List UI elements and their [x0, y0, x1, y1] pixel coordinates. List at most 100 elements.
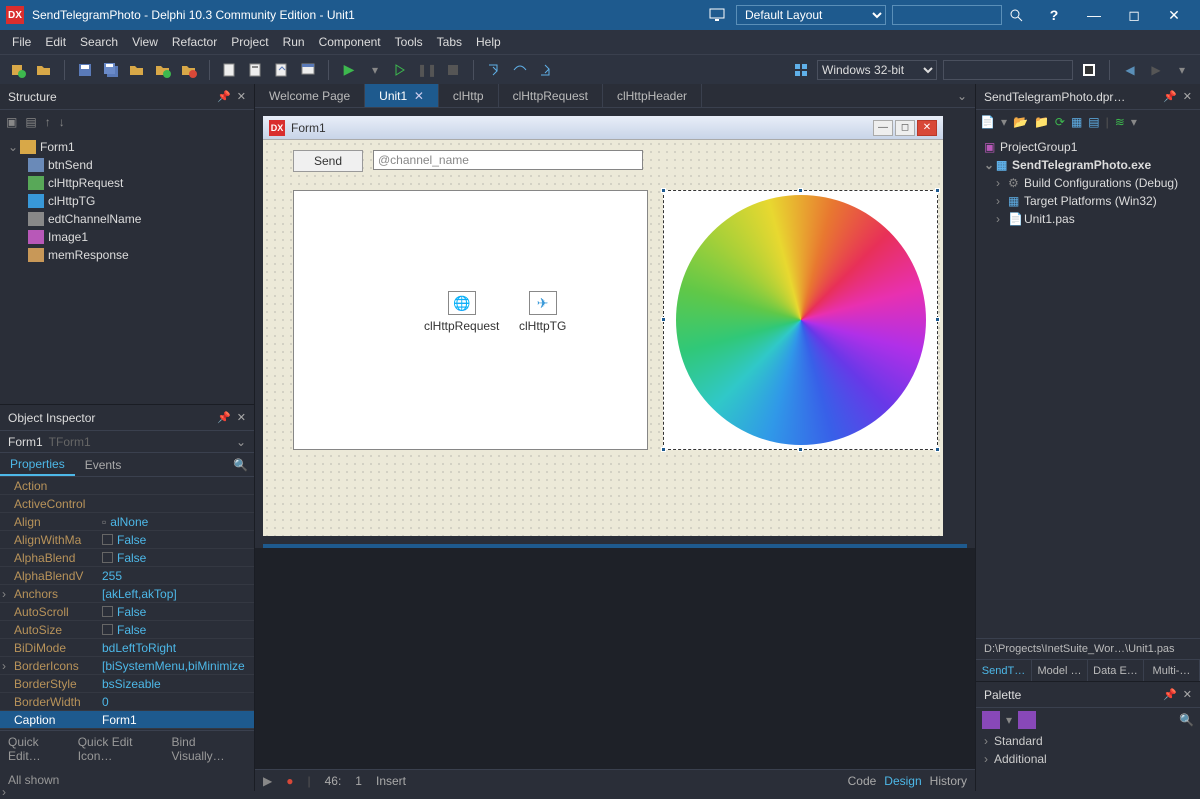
prop-align[interactable]: Align▫alNone: [0, 513, 254, 531]
maximize-button[interactable]: ◻: [1114, 1, 1154, 29]
view-code[interactable]: Code: [848, 774, 877, 788]
close-icon[interactable]: ✕: [237, 411, 246, 424]
view-history[interactable]: History: [930, 774, 967, 788]
struct-tool-2[interactable]: ▤: [25, 115, 36, 129]
step-out-icon[interactable]: [536, 60, 556, 80]
structure-tree[interactable]: ⌄Form1 btnSend clHttpRequest clHttpTG ed…: [0, 134, 254, 404]
palette-list[interactable]: Standard Additional: [976, 732, 1200, 791]
add-file-icon[interactable]: [153, 60, 173, 80]
edtchannelname-component[interactable]: @channel_name: [373, 150, 643, 170]
minimize-button[interactable]: —: [1074, 1, 1114, 29]
struct-tool-1[interactable]: ▣: [6, 115, 17, 129]
tree-image1[interactable]: Image1: [0, 228, 254, 246]
search-icon[interactable]: 🔍: [233, 458, 248, 472]
view-design[interactable]: Design: [884, 774, 921, 788]
prop-alphablendvalue[interactable]: AlphaBlendV255: [0, 567, 254, 585]
tab-clhttpheader[interactable]: clHttpHeader: [603, 84, 702, 107]
close-button[interactable]: ✕: [1154, 1, 1194, 29]
pause-icon[interactable]: ❚❚: [417, 60, 437, 80]
palette-btn1[interactable]: [982, 711, 1000, 729]
form-designer[interactable]: DX Form1 — ◻ ✕ Send @channel_name 🌐clHtt…: [255, 108, 975, 769]
btnsend-component[interactable]: Send: [293, 150, 363, 172]
toolbar-search-input[interactable]: [943, 60, 1073, 80]
proj-sync-icon[interactable]: ⟳: [1055, 115, 1065, 129]
memresponse-component[interactable]: 🌐clHttpRequest ✈clHttpTG: [293, 190, 648, 450]
stop-icon[interactable]: [443, 60, 463, 80]
nav-back-icon[interactable]: ◀: [1120, 60, 1140, 80]
ptree-projectgroup[interactable]: ▣ProjectGroup1: [976, 138, 1200, 156]
struct-down-icon[interactable]: ↓: [59, 115, 65, 129]
pin-icon[interactable]: 📌: [1163, 90, 1177, 103]
search-icon[interactable]: [1008, 7, 1024, 23]
menu-search[interactable]: Search: [80, 35, 118, 49]
save-all-icon[interactable]: [101, 60, 121, 80]
tree-edtchannel[interactable]: edtChannelName: [0, 210, 254, 228]
proj-open-icon[interactable]: 📂: [1013, 115, 1028, 129]
tab-events[interactable]: Events: [75, 453, 132, 476]
remove-file-icon[interactable]: [179, 60, 199, 80]
menu-refactor[interactable]: Refactor: [172, 35, 217, 49]
desktop-icon[interactable]: [708, 7, 728, 23]
new-form-icon[interactable]: [220, 60, 240, 80]
prop-alphablend[interactable]: AlphaBlendFalse: [0, 549, 254, 567]
bind-visually-link[interactable]: Bind Visually…: [172, 735, 246, 763]
toolbar-icon-right[interactable]: [1079, 60, 1099, 80]
ptab-model[interactable]: Model …: [1032, 660, 1088, 681]
prop-autosize[interactable]: AutoSizeFalse: [0, 621, 254, 639]
ptab-multi[interactable]: Multi-…: [1144, 660, 1200, 681]
open-file-icon[interactable]: [127, 60, 147, 80]
layout-select[interactable]: Default Layout: [736, 5, 886, 25]
new-items-icon[interactable]: [8, 60, 28, 80]
ptree-target-platforms[interactable]: ›▦Target Platforms (Win32): [976, 192, 1200, 210]
tree-btnsend[interactable]: btnSend: [0, 156, 254, 174]
clhttprequest-component[interactable]: 🌐clHttpRequest: [424, 291, 499, 333]
step-over-icon[interactable]: [510, 60, 530, 80]
close-tab-icon[interactable]: ✕: [414, 89, 424, 103]
menu-project[interactable]: Project: [231, 35, 268, 49]
tab-welcome[interactable]: Welcome Page: [255, 84, 365, 107]
pin-icon[interactable]: 📌: [217, 90, 231, 103]
help-button[interactable]: ?: [1034, 1, 1074, 29]
ptab-data[interactable]: Data E…: [1088, 660, 1144, 681]
prop-alignwithmargins[interactable]: AlignWithMaFalse: [0, 531, 254, 549]
prop-anchors[interactable]: Anchors[akLeft,akTop]: [0, 585, 254, 603]
tab-properties[interactable]: Properties: [0, 453, 75, 476]
clhttptg-component[interactable]: ✈clHttpTG: [519, 291, 566, 333]
tree-memresponse[interactable]: memResponse: [0, 246, 254, 264]
status-play-icon[interactable]: ▶: [263, 774, 272, 788]
run-button[interactable]: ▶: [339, 60, 359, 80]
inspector-instance-select[interactable]: Form1TForm1⌄: [0, 431, 254, 453]
menu-help[interactable]: Help: [476, 35, 501, 49]
palette-additional[interactable]: Additional: [976, 750, 1200, 768]
ptree-unit1[interactable]: ›📄Unit1.pas: [976, 210, 1200, 228]
search-icon[interactable]: 🔍: [1179, 713, 1194, 727]
pin-icon[interactable]: 📌: [217, 411, 231, 424]
open-project-icon[interactable]: [34, 60, 54, 80]
run-dropdown-icon[interactable]: ▾: [365, 60, 385, 80]
palette-btn2[interactable]: [1018, 711, 1036, 729]
tab-unit1[interactable]: Unit1 ✕: [365, 84, 439, 107]
step-into-icon[interactable]: [484, 60, 504, 80]
prop-borderwidth[interactable]: BorderWidth0: [0, 693, 254, 711]
menu-edit[interactable]: Edit: [45, 35, 66, 49]
tree-root[interactable]: ⌄Form1: [0, 138, 254, 156]
quick-edit-link[interactable]: Quick Edit…: [8, 735, 70, 763]
view-unit-icon[interactable]: [272, 60, 292, 80]
proj-new-icon[interactable]: 📄: [980, 115, 995, 129]
tree-clhttptg[interactable]: clHttpTG: [0, 192, 254, 210]
proj-view1-icon[interactable]: ▦: [1071, 115, 1082, 129]
close-icon[interactable]: ✕: [1183, 688, 1192, 701]
new-unit-icon[interactable]: [246, 60, 266, 80]
close-icon[interactable]: ✕: [237, 90, 246, 103]
project-tree[interactable]: ▣ProjectGroup1 ⌄▦SendTelegramPhoto.exe ›…: [976, 134, 1200, 638]
ptree-build-config[interactable]: ›⚙Build Configurations (Debug): [976, 174, 1200, 192]
proj-layers-icon[interactable]: ≋: [1115, 115, 1125, 129]
tree-clhttprequest[interactable]: clHttpRequest: [0, 174, 254, 192]
menu-run[interactable]: Run: [283, 35, 305, 49]
prop-bidimode[interactable]: BiDiModebdLeftToRight: [0, 639, 254, 657]
struct-up-icon[interactable]: ↑: [45, 115, 51, 129]
property-grid[interactable]: ActionActiveControlAlign▫alNoneAlignWith…: [0, 477, 254, 730]
menu-file[interactable]: File: [12, 35, 31, 49]
nav-dropdown-icon[interactable]: ▾: [1172, 60, 1192, 80]
search-input[interactable]: [892, 5, 1002, 25]
